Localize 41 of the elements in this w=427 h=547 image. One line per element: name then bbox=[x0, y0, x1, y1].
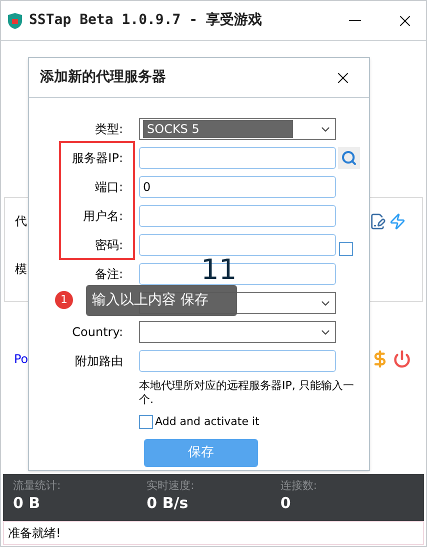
proxy-label: 代 bbox=[15, 213, 27, 230]
edit-note-icon[interactable] bbox=[369, 212, 386, 230]
power-icon[interactable] bbox=[393, 350, 411, 368]
field-label: 服务器IP: bbox=[72, 150, 123, 167]
input-field[interactable] bbox=[139, 147, 336, 169]
checkbox[interactable] bbox=[339, 242, 353, 256]
mode-label: 模 bbox=[15, 261, 27, 278]
lightning-icon[interactable] bbox=[389, 212, 406, 230]
field-label: 附加路由 bbox=[75, 353, 123, 370]
stat-label: 连接数: bbox=[280, 479, 318, 493]
search-icon bbox=[341, 150, 357, 166]
checkbox-label: Add and activate it bbox=[155, 414, 260, 430]
note-text: 本地代理所对应的远程服务器IP, 只能输入一个. bbox=[139, 379, 355, 407]
dialog-title: 添加新的代理服务器 bbox=[40, 68, 166, 87]
checkbox[interactable] bbox=[139, 415, 153, 430]
stat-label: 流量统计: bbox=[13, 479, 62, 493]
dropdown[interactable]: SOCKS 5 bbox=[139, 118, 336, 140]
input-field[interactable] bbox=[139, 350, 336, 372]
link-text[interactable]: Po bbox=[14, 350, 28, 368]
minimize-icon bbox=[349, 20, 361, 21]
field-label: Country: bbox=[72, 324, 123, 341]
field-label: 密码: bbox=[94, 237, 123, 254]
stat-label: 实时速度: bbox=[146, 479, 196, 493]
tooltip-text: 输入以上内容 保存 bbox=[92, 291, 208, 310]
input-field[interactable]: 0 bbox=[139, 176, 336, 198]
dropdown[interactable] bbox=[139, 321, 336, 343]
field-label: 端口: bbox=[94, 179, 123, 196]
status-text: 准备就绪! bbox=[8, 525, 61, 542]
stat-value: 0 bbox=[280, 493, 292, 513]
step-number: 11 bbox=[201, 255, 237, 285]
window-title: SSTap Beta 1.0.9.7 - 享受游戏 bbox=[29, 10, 262, 30]
field-label: 类型: bbox=[94, 121, 123, 138]
input-field[interactable] bbox=[139, 234, 336, 256]
field-label: 用户名: bbox=[82, 208, 123, 225]
dropdown-value: SOCKS 5 bbox=[143, 120, 293, 138]
field-label: 备注: bbox=[94, 266, 123, 283]
search-button[interactable] bbox=[338, 147, 360, 169]
input-field[interactable] bbox=[139, 205, 336, 227]
stat-value: 0 B bbox=[13, 493, 42, 513]
shield-icon bbox=[7, 12, 23, 30]
stat-value: 0 B/s bbox=[146, 493, 190, 513]
